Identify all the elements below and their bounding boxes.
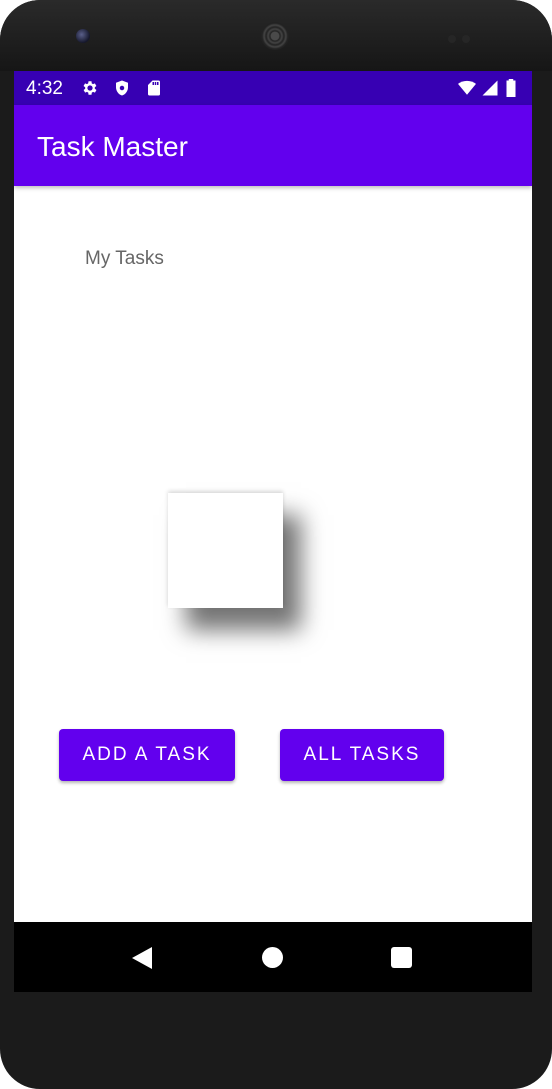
app-title: Task Master <box>37 131 188 162</box>
all-tasks-button[interactable]: ALL TASKS <box>280 729 444 781</box>
battery-icon <box>506 79 516 97</box>
top-bezel <box>0 0 552 71</box>
back-icon[interactable] <box>130 946 154 970</box>
sd-card-icon <box>148 80 160 96</box>
app-bar: Task Master <box>14 105 532 186</box>
signal-icon <box>482 80 498 96</box>
status-bar: 4:32 <box>14 71 532 105</box>
task-image <box>138 467 328 657</box>
my-tasks-heading: My Tasks <box>85 248 164 269</box>
shield-icon <box>116 80 128 96</box>
device-frame: 4:32 Task Master My Tasks ADD A TASK ALL… <box>0 0 552 1089</box>
recents-icon[interactable] <box>391 947 412 968</box>
home-icon[interactable] <box>262 947 283 968</box>
front-camera <box>76 29 90 43</box>
add-task-button[interactable]: ADD A TASK <box>59 729 235 781</box>
navigation-bar <box>14 922 532 992</box>
gear-icon <box>83 81 97 95</box>
status-time: 4:32 <box>26 78 63 99</box>
screen: 4:32 Task Master My Tasks ADD A TASK ALL… <box>14 71 532 992</box>
wifi-icon <box>458 80 476 95</box>
image-placeholder <box>168 493 283 608</box>
proximity-sensors <box>448 30 478 43</box>
earpiece-speaker <box>261 22 289 50</box>
